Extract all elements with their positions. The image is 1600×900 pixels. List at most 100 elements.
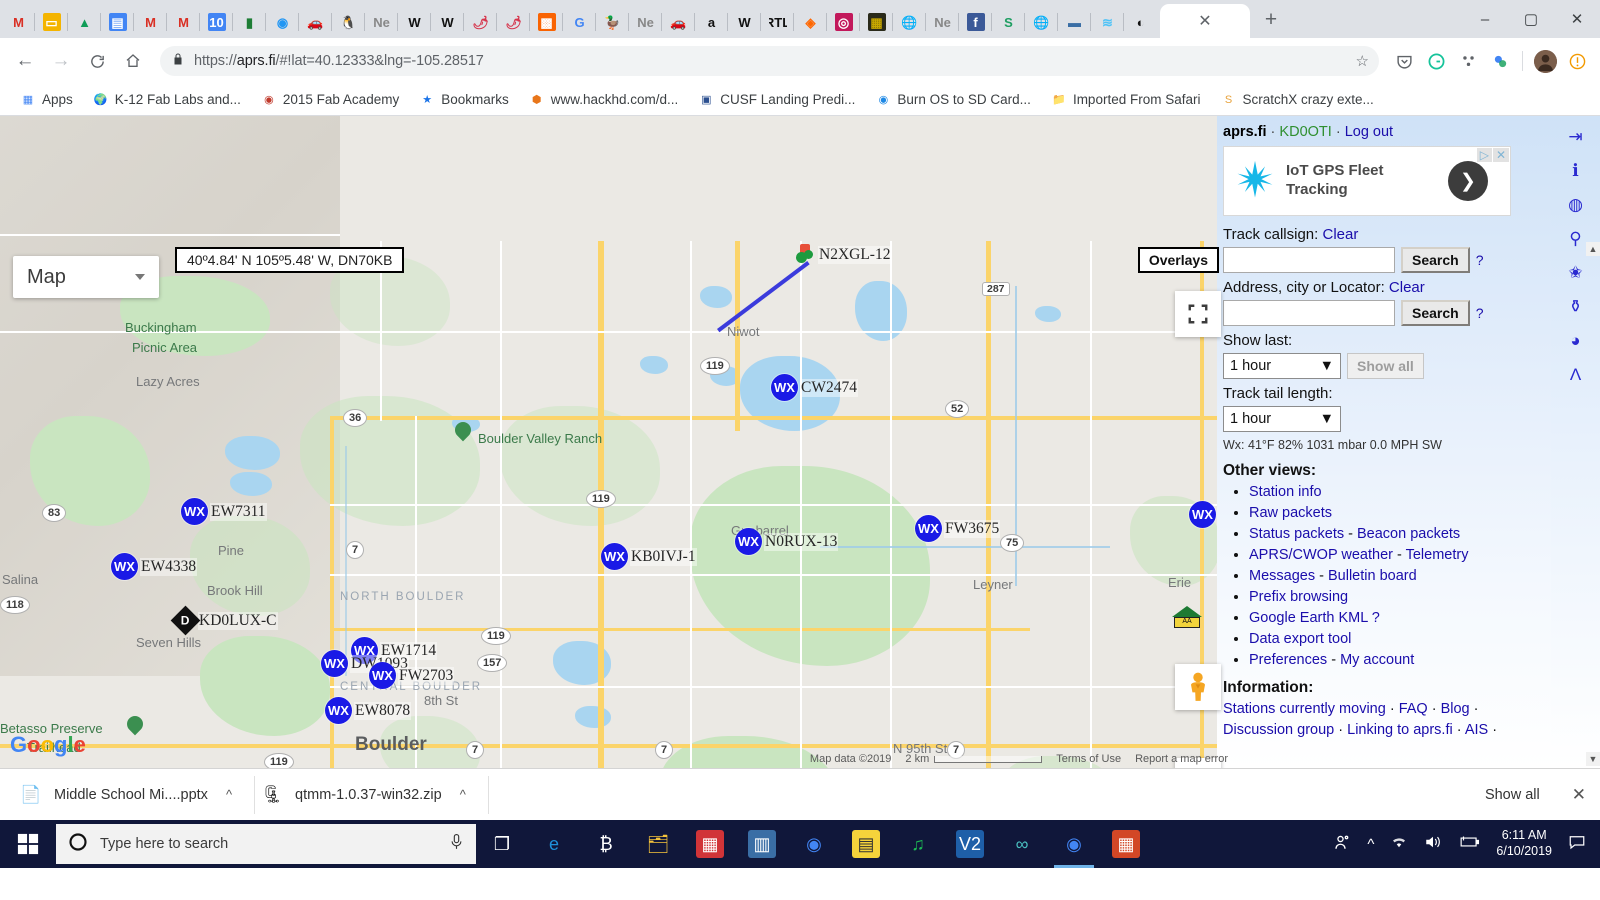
bookmark-scratchx[interactable]: S ScratchX crazy exte... (1212, 89, 1381, 111)
microphone-icon[interactable] (449, 833, 464, 856)
ad-cta-button[interactable]: ❯ (1448, 161, 1488, 201)
chrome-app[interactable]: ◉ (788, 820, 840, 868)
globe-tab[interactable]: 🌐 (893, 6, 926, 38)
google-calendar-tab[interactable]: 10 (200, 6, 233, 38)
street-view-pegman[interactable] (1175, 664, 1221, 710)
bookmark-imported-from-safari[interactable]: 📁 Imported From Safari (1043, 89, 1209, 111)
address-bar[interactable]: https://aprs.fi/#!lat=40.12333&lng=-105.… (160, 46, 1379, 76)
download-menu-caret-icon[interactable]: ^ (460, 787, 466, 802)
bookmark-burn-os-to-sd-card[interactable]: ◉ Burn OS to SD Card... (867, 89, 1039, 111)
google-search-tab[interactable]: G (563, 6, 596, 38)
apps-shortcut[interactable]: ▦ Apps (12, 89, 81, 111)
downloads-close-icon[interactable]: ✕ (1572, 785, 1586, 805)
link-data-export-tool[interactable]: Data export tool (1249, 631, 1351, 647)
gmail-tab[interactable]: M (2, 6, 35, 38)
chart-icon[interactable]: ◕ (1563, 328, 1589, 354)
start-button[interactable] (0, 820, 56, 868)
link-telemetry[interactable]: Telemetry (1406, 547, 1469, 563)
netflix-tab-2[interactable]: Ne (629, 6, 662, 38)
station-marker-n0rux-13[interactable]: WX N0RUX-13 (735, 528, 839, 555)
sticky-notes-app[interactable]: ▤ (840, 820, 892, 868)
pepper-tab-2[interactable]: 🌶 (497, 6, 530, 38)
bookmark-star-icon[interactable]: ☆ (1356, 52, 1369, 70)
station-marker-ew7311[interactable]: WX EW7311 (181, 498, 267, 525)
powerpoint-app[interactable]: ▥ (736, 820, 788, 868)
battery-icon[interactable] (1458, 835, 1480, 853)
station-marker-ew4338[interactable]: WX EW4338 (111, 553, 198, 580)
google-drive-tab[interactable]: ▲ (68, 6, 101, 38)
address-clear-link[interactable]: Clear (1389, 279, 1425, 296)
track-tail-select[interactable]: 1 hour ▼ (1223, 406, 1341, 432)
pocket-icon[interactable] (1389, 46, 1419, 76)
scrollbar-up-arrow[interactable]: ▲ (1586, 242, 1600, 256)
poi-marker-icon[interactable] (451, 418, 475, 444)
forward-button[interactable]: → (44, 44, 78, 78)
address-input[interactable] (1223, 300, 1395, 326)
antenna-icon[interactable]: ⚲ (1563, 226, 1589, 252)
inbox-tab[interactable]: ▭ (35, 6, 68, 38)
download-menu-caret-icon[interactable]: ^ (226, 787, 232, 802)
edge-app[interactable]: e (528, 820, 580, 868)
station-marker-edge[interactable]: WX (1189, 501, 1216, 528)
spectrum-tab[interactable]: ▦ (860, 6, 893, 38)
poi-marker-icon[interactable] (123, 712, 147, 738)
bookmark-k12-fab-labs[interactable]: 🌍 K-12 Fab Labs and... (85, 89, 249, 111)
taskbar-search-box[interactable]: Type here to search (56, 824, 476, 864)
info-station-icon[interactable]: ℹ (1563, 158, 1589, 184)
log-out-link[interactable]: Log out (1345, 124, 1393, 140)
fullscreen-button[interactable] (1175, 291, 1221, 337)
link-stations-currently-moving[interactable]: Stations currently moving (1223, 701, 1386, 717)
link-ais[interactable]: AIS (1465, 722, 1488, 738)
pepper-tab[interactable]: 🌶 (464, 6, 497, 38)
link-blog[interactable]: Blog (1441, 701, 1470, 717)
v2-app[interactable]: V2 (944, 820, 996, 868)
close-window-button[interactable]: ✕ (1554, 3, 1600, 35)
chrome-active-app[interactable]: ◉ (1048, 820, 1100, 868)
link-linking-to-aprs-fi[interactable]: Linking to aprs.fi (1347, 722, 1453, 738)
track-callsign-clear-link[interactable]: Clear (1322, 226, 1358, 243)
report-map-error-link[interactable]: Report a map error (1135, 753, 1228, 765)
radio-tower-tab[interactable]: ◎ (827, 6, 860, 38)
station-marker-kd0lux-c[interactable]: D KD0LUX-C (170, 605, 278, 636)
microsoft-store-app[interactable]: ▦ (684, 820, 736, 868)
link-beacon-packets[interactable]: Beacon packets (1357, 526, 1460, 542)
link-my-account[interactable]: My account (1340, 652, 1414, 668)
link-status-packets[interactable]: Status packets (1249, 526, 1344, 542)
presentation-app[interactable]: ▦ (1100, 820, 1152, 868)
person-icon[interactable]: ⚱ (1563, 294, 1589, 320)
profile-avatar[interactable] (1530, 46, 1560, 76)
link-aprs-cwop-weather[interactable]: APRS/CWOP weather (1249, 547, 1393, 563)
link-[interactable]: ? (1372, 610, 1380, 626)
github-tab[interactable]: ◐ (1124, 6, 1157, 38)
home-button[interactable] (116, 44, 150, 78)
track-callsign-help-icon[interactable]: ? (1476, 252, 1484, 268)
link-station-info[interactable]: Station info (1249, 484, 1322, 500)
terms-of-use-link[interactable]: Terms of Use (1056, 753, 1121, 765)
infinity-app[interactable]: ∞ (996, 820, 1048, 868)
wikipedia-tab-2[interactable]: W (431, 6, 464, 38)
browser-menu-button[interactable] (1562, 46, 1592, 76)
task-view-button[interactable]: ❐ (476, 820, 528, 868)
link-google-earth-kml[interactable]: Google Earth KML (1249, 610, 1368, 626)
gmail-tab-2[interactable]: M (134, 6, 167, 38)
volume-icon[interactable] (1424, 834, 1442, 854)
action-center-icon[interactable] (1568, 834, 1586, 854)
rtl-tab[interactable]: RTL (761, 6, 794, 38)
duck-tab[interactable]: 🦆 (596, 6, 629, 38)
link-messages[interactable]: Messages (1249, 568, 1315, 584)
station-marker-fw3675[interactable]: WX FW3675 (915, 515, 1001, 542)
bookmark-bookmarks[interactable]: ★ Bookmarks (411, 89, 517, 111)
active-tab[interactable]: ✕ (1160, 4, 1250, 38)
house-marker-icon[interactable]: AA (1172, 606, 1202, 630)
reload-button[interactable] (80, 44, 114, 78)
new-tab-button[interactable]: + (1256, 5, 1286, 35)
globe-tab-2[interactable]: 🌐 (1025, 6, 1058, 38)
show-hidden-icons-chevron[interactable]: ^ (1367, 836, 1374, 853)
track-callsign-search-button[interactable]: Search (1401, 247, 1470, 273)
zotero-tab[interactable]: ≋ (1091, 6, 1124, 38)
station-marker-n2xgl-12[interactable]: N2XGL-12 (796, 244, 892, 266)
facebook-tab[interactable]: f (959, 6, 992, 38)
station-marker-kb0ivj-1[interactable]: WX KB0IVJ-1 (601, 543, 697, 570)
link-faq[interactable]: FAQ (1399, 701, 1428, 717)
show-all-button[interactable]: Show all (1347, 353, 1424, 379)
